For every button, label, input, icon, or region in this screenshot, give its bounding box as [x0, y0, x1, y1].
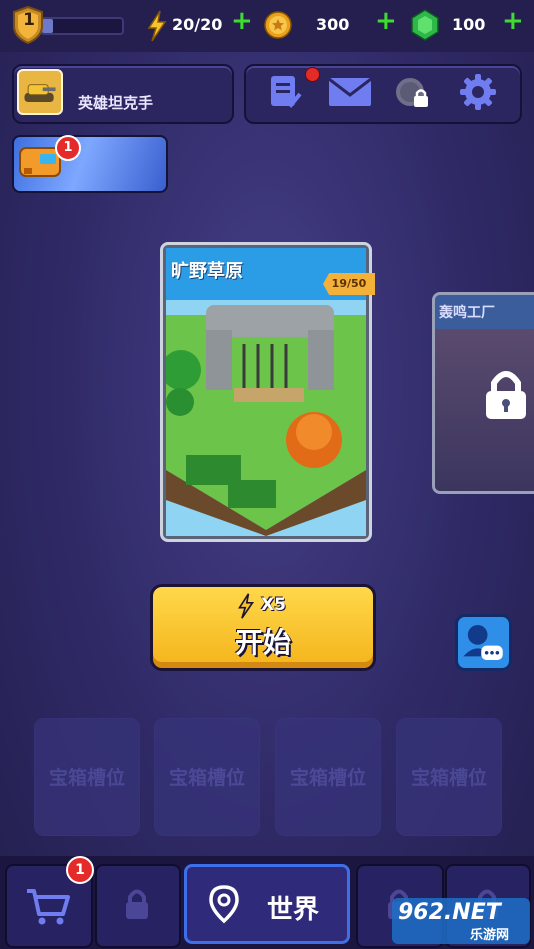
chest-slot[interactable]: 宝箱槽位 — [396, 718, 502, 836]
coins-text: 300 — [316, 15, 350, 34]
start-button[interactable]: X5 开始 — [150, 584, 376, 671]
add-gems-button[interactable]: + — [502, 6, 524, 36]
lightning-icon — [238, 593, 255, 619]
watermark-main: 962.NET — [398, 900, 501, 925]
gem-icon — [411, 9, 439, 41]
shop-badge: 1 — [66, 856, 94, 884]
xp-bar — [40, 17, 124, 35]
chest-slot[interactable]: 宝箱槽位 — [275, 718, 381, 836]
start-label: 开始 — [234, 626, 291, 659]
coin-icon — [264, 11, 292, 39]
quest-icon[interactable] — [266, 72, 306, 112]
clock-lock-icon[interactable] — [392, 72, 432, 112]
quest-notification-dot — [305, 67, 320, 82]
level-number: 1 — [23, 10, 35, 30]
start-cost: X5 — [261, 595, 286, 615]
gems-text: 100 — [452, 15, 486, 34]
energy-text: 20/20 — [172, 15, 223, 34]
next-stage-title: 轰鸣工厂 — [439, 305, 495, 321]
gear-icon[interactable] — [458, 72, 498, 112]
stage-scene-image — [166, 300, 366, 536]
stage-progress-tag: 19/50 — [323, 273, 375, 295]
watermark: 962.NET 乐游网 — [392, 898, 530, 944]
stage-title: 旷野草原 — [171, 261, 243, 282]
stage-card[interactable]: 旷野草原 19/50 — [160, 242, 375, 542]
mail-icon[interactable] — [328, 76, 372, 108]
add-coins-button[interactable]: + — [375, 6, 397, 36]
next-stage-card-locked[interactable]: 轰鸣工厂 — [432, 292, 534, 494]
support-chat-icon — [463, 625, 503, 660]
player-name: 英雄坦克手 — [78, 94, 154, 112]
avatar[interactable] — [17, 69, 63, 115]
lock-icon — [486, 371, 526, 419]
map-pin-icon — [209, 885, 239, 924]
chest-slot[interactable]: 宝箱槽位 — [34, 718, 140, 836]
chest-slot[interactable]: 宝箱槽位 — [154, 718, 260, 836]
world-label: 世界 — [267, 895, 320, 925]
event-badge: 1 — [55, 135, 81, 161]
watermark-sub: 乐游网 — [470, 928, 510, 943]
support-button[interactable] — [455, 614, 512, 671]
nav-world-button[interactable]: 世界 — [184, 864, 350, 944]
tank-avatar-icon — [24, 84, 56, 103]
nav-locked-button[interactable] — [95, 864, 181, 948]
cart-icon — [27, 889, 70, 925]
add-energy-button[interactable]: + — [231, 6, 253, 36]
lock-icon — [126, 889, 148, 919]
lightning-icon — [147, 10, 167, 42]
